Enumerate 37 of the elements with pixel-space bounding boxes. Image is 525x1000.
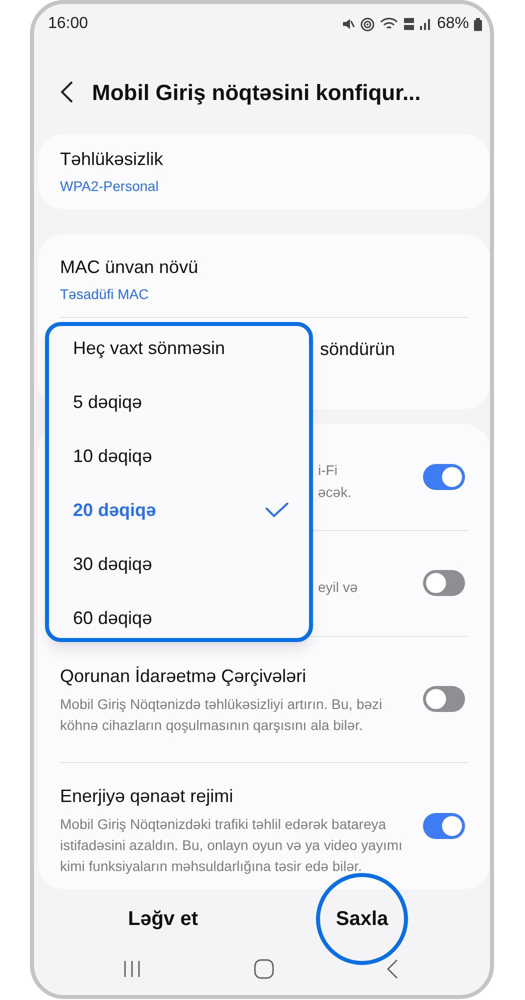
battery-percent: 68% (436, 14, 469, 34)
setting-title: Qorunan İdarəetmə Çərçivələri (60, 664, 308, 688)
setting-description: i-Fi (318, 461, 338, 480)
setting-title[interactable]: söndürün (320, 336, 396, 362)
setting-description: Mobil Giriş Nöqtənizdə təhlükəsizliyi artırın. Bu, bəzi köhnə cihazların qoşulmasının qarşısını ala bilər. (60, 694, 384, 735)
status-time: 16:00 (48, 14, 88, 34)
mute-icon (340, 17, 355, 31)
security-card[interactable]: Təhlükəsizlik WPA2-Personal (38, 134, 490, 209)
dropdown-option[interactable]: 10 dəqiqə (49, 429, 309, 483)
setting-title: Təhlükəsizlik (60, 148, 164, 171)
setting-description: eyil və (318, 578, 358, 598)
toggle-switch[interactable] (423, 464, 465, 490)
setting-value: Təsadüfi MAC (60, 285, 150, 304)
recent-apps-icon[interactable] (123, 960, 141, 978)
signal-icon (420, 18, 432, 30)
setting-title[interactable]: MAC ünvan növü (60, 254, 490, 281)
cancel-button[interactable]: Ləğv et (88, 894, 238, 944)
setting-description: Mobil Giriş Nöqtənizdəki trafiki təhlil edərək batareya istifadəsini azaldın. Bu, onlayn oyun və ya video yayımı kimi funksiyaların məhsuldarlığına təsir edə bilər. (60, 814, 404, 876)
hotspot-icon (360, 16, 375, 32)
dropdown-option[interactable]: 5 dəqiqə (49, 375, 309, 429)
setting-description: əcək. (318, 483, 352, 502)
setting-value: WPA2-Personal (60, 177, 160, 196)
toggle-switch[interactable] (423, 686, 465, 712)
battery-icon (474, 18, 482, 30)
dropdown-option[interactable]: 20 dəqiqə (49, 483, 309, 537)
home-icon[interactable] (254, 959, 274, 979)
dropdown-option[interactable]: Heç vaxt sönməsin (49, 326, 309, 375)
save-button[interactable]: Saxla (316, 873, 408, 965)
setting-title: Enerjiyə qənaət rejimi (60, 784, 234, 808)
check-icon (265, 502, 289, 518)
toggle-switch[interactable] (423, 812, 465, 839)
toggle-switch[interactable] (423, 570, 465, 596)
dropdown-option[interactable]: 60 dəqiqə (49, 591, 309, 638)
page-title: Mobil Giriş nöqtəsini konfiqur... (92, 78, 421, 107)
back-icon[interactable] (60, 81, 74, 103)
dropdown-option[interactable]: 30 dəqiqə (49, 537, 309, 591)
wifi-icon (380, 17, 398, 31)
